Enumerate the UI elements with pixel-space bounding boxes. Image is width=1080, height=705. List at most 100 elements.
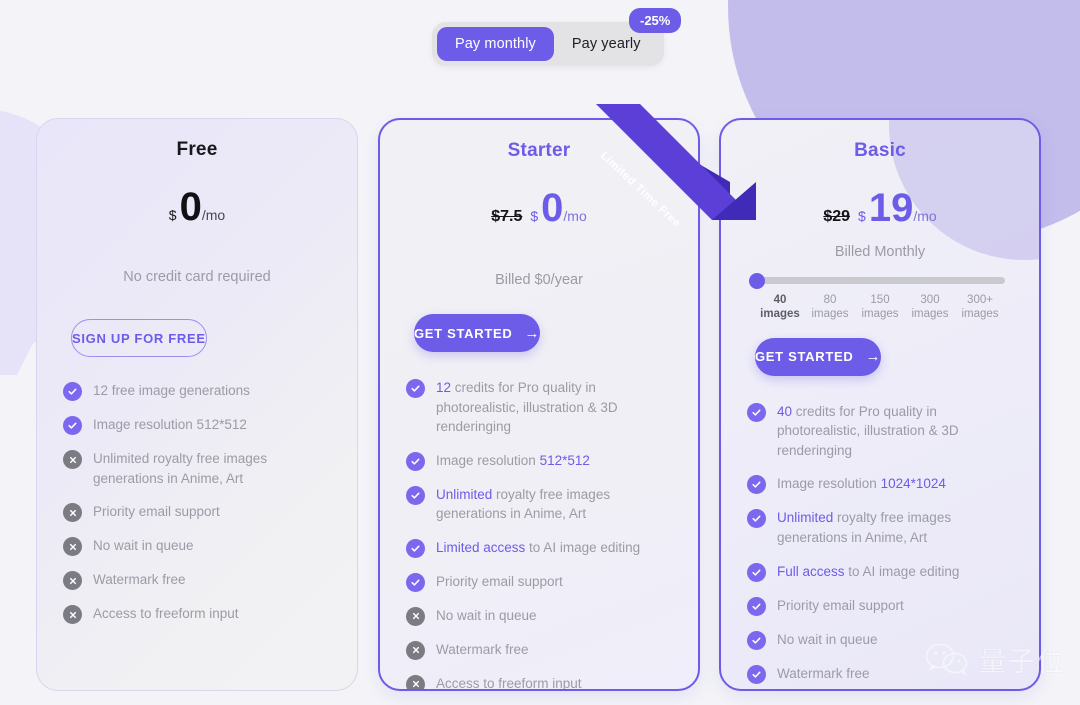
slider-tick[interactable]: 80 images — [805, 293, 855, 322]
feature-item: Priority email support — [406, 572, 672, 592]
check-icon — [747, 402, 766, 422]
cta-button-starter[interactable]: GET STARTED → — [414, 314, 541, 352]
feature-text: 40 credits for Pro quality in photoreali… — [777, 403, 959, 458]
check-icon — [747, 664, 766, 684]
feature-text: Image resolution 512*512 — [93, 417, 247, 432]
feature-text: Access to freeform input — [436, 675, 582, 691]
feature-item: No wait in queue — [63, 536, 331, 557]
check-icon — [406, 485, 425, 505]
feature-item: Image resolution 512*512 — [63, 415, 331, 435]
price-amount: 0 — [179, 185, 202, 229]
feature-highlight: 12 — [436, 380, 452, 395]
price-row: $0/mo — [59, 187, 335, 233]
watermark-text: 量子位 — [979, 647, 1066, 678]
plan-name: Starter — [507, 140, 571, 161]
cross-icon — [406, 640, 425, 660]
feature-highlight: 40 — [777, 403, 793, 419]
feature-text: No wait in queue — [777, 631, 878, 647]
feature-item: Unlimited royalty free images generation… — [63, 449, 331, 488]
check-icon — [63, 416, 82, 435]
slider-tick[interactable]: 300+ images — [955, 293, 1005, 322]
feature-text: Image resolution 1024*1024 — [777, 476, 946, 492]
billing-period-toggle[interactable]: Pay monthly Pay yearly — [432, 22, 664, 66]
feature-text: Full access to AI image editing — [777, 563, 960, 579]
currency-symbol: $ — [530, 208, 539, 224]
feature-item: No wait in queue — [406, 606, 672, 626]
feature-text: No wait in queue — [436, 607, 537, 623]
slider-ticks: 40 images 80 images 150 images 300 images 300+ im… — [755, 293, 1005, 322]
price-period: /mo — [913, 208, 937, 224]
slider-track[interactable] — [749, 272, 1005, 289]
feature-text: Priority email support — [777, 597, 904, 613]
feature-item: Image resolution 512*512 — [406, 451, 672, 471]
cta-button-free[interactable]: SIGN UP FOR FREE — [71, 319, 207, 357]
billing-note: No credit card required — [123, 269, 271, 285]
check-icon — [747, 630, 766, 650]
feature-list: 12 credits for Pro quality in photoreali… — [402, 378, 676, 691]
price-row: $29 $19/mo — [743, 188, 1017, 234]
pricing-card-basic: Basic $29 $19/mo Billed Monthly 40 images 80 im… — [719, 118, 1041, 691]
feature-item: Access to freeform input — [63, 604, 331, 625]
feature-text: Unlimited royalty free images generation… — [777, 510, 952, 545]
feature-highlight: 1024*1024 — [880, 476, 946, 492]
feature-item: Access to freeform input — [406, 674, 672, 691]
discount-badge: -25% — [629, 8, 682, 33]
cross-icon — [63, 571, 82, 591]
toggle-pay-monthly[interactable]: Pay monthly — [437, 27, 554, 61]
feature-highlight: Limited access — [436, 539, 526, 555]
cross-icon — [406, 606, 425, 626]
feature-item: Watermark free — [406, 640, 672, 660]
cross-icon — [406, 674, 425, 689]
plan-name: Basic — [854, 140, 906, 161]
feature-item: Unlimited royalty free images generation… — [406, 485, 672, 524]
feature-highlight: 512*512 — [539, 452, 590, 468]
check-icon — [406, 451, 425, 471]
feature-item: Image resolution 1024*1024 — [747, 474, 1013, 495]
cross-icon — [63, 605, 82, 625]
feature-highlight: Full access — [777, 563, 845, 579]
slider-tick[interactable]: 40 images — [755, 293, 805, 322]
cross-icon — [63, 503, 82, 523]
pricing-page: Pay monthly Pay yearly -25% Free $0/mo No … — [0, 0, 1080, 705]
arrow-right-icon: → — [865, 348, 882, 366]
feature-item: Unlimited royalty free images generation… — [747, 508, 1013, 547]
image-quota-slider[interactable]: 40 images 80 images 150 images 300 images 300+ im… — [749, 272, 1005, 322]
feature-text: No wait in queue — [93, 538, 194, 554]
billing-note: Billed Monthly — [834, 244, 926, 260]
check-icon — [406, 379, 425, 398]
feature-text: 12 free image generations — [93, 383, 250, 398]
price-amount: 19 — [868, 186, 914, 230]
feature-text: Watermark free — [436, 641, 529, 657]
price-row: $7.5 $0/mo — [402, 188, 676, 234]
pricing-card-starter: Starter $7.5 $0/mo Billed $0/year GET STARTE… — [378, 118, 700, 691]
check-icon — [406, 572, 425, 592]
price-period: /mo — [201, 207, 226, 223]
feature-highlight: Unlimited — [436, 486, 493, 502]
feature-text: Limited access to AI image editing — [436, 539, 641, 555]
feature-text: Priority email support — [436, 573, 563, 589]
cta-button-basic[interactable]: GET STARTED → — [755, 337, 882, 376]
slider-tick[interactable]: 150 images — [855, 293, 905, 322]
pricing-cards: Free $0/mo No credit card required SIGN UP … — [0, 0, 1080, 705]
slider-knob[interactable] — [749, 272, 765, 289]
arrow-right-icon: → — [524, 324, 541, 342]
feature-list: 12 free image generations Image resolutio… — [59, 381, 335, 625]
feature-item: Watermark free — [63, 570, 331, 591]
feature-item: Limited access to AI image editing — [406, 538, 672, 558]
old-price: $7.5 — [491, 208, 523, 225]
feature-item: Priority email support — [747, 596, 1013, 616]
pricing-card-free: Free $0/mo No credit card required SIGN UP … — [36, 118, 358, 691]
feature-item: Full access to AI image editing — [747, 562, 1013, 582]
cross-icon — [63, 537, 82, 557]
check-icon — [747, 475, 766, 495]
price-amount: 0 — [541, 186, 564, 230]
feature-item: 40 credits for Pro quality in photoreali… — [747, 402, 1013, 461]
currency-symbol: $ — [168, 207, 177, 223]
plan-name: Free — [176, 139, 218, 160]
check-icon — [406, 538, 425, 558]
check-icon — [747, 596, 766, 616]
check-icon — [747, 562, 766, 582]
slider-tick[interactable]: 300 images — [905, 293, 955, 322]
feature-text: Unlimited royalty free images generation… — [93, 451, 268, 486]
old-price: $29 — [823, 208, 851, 225]
